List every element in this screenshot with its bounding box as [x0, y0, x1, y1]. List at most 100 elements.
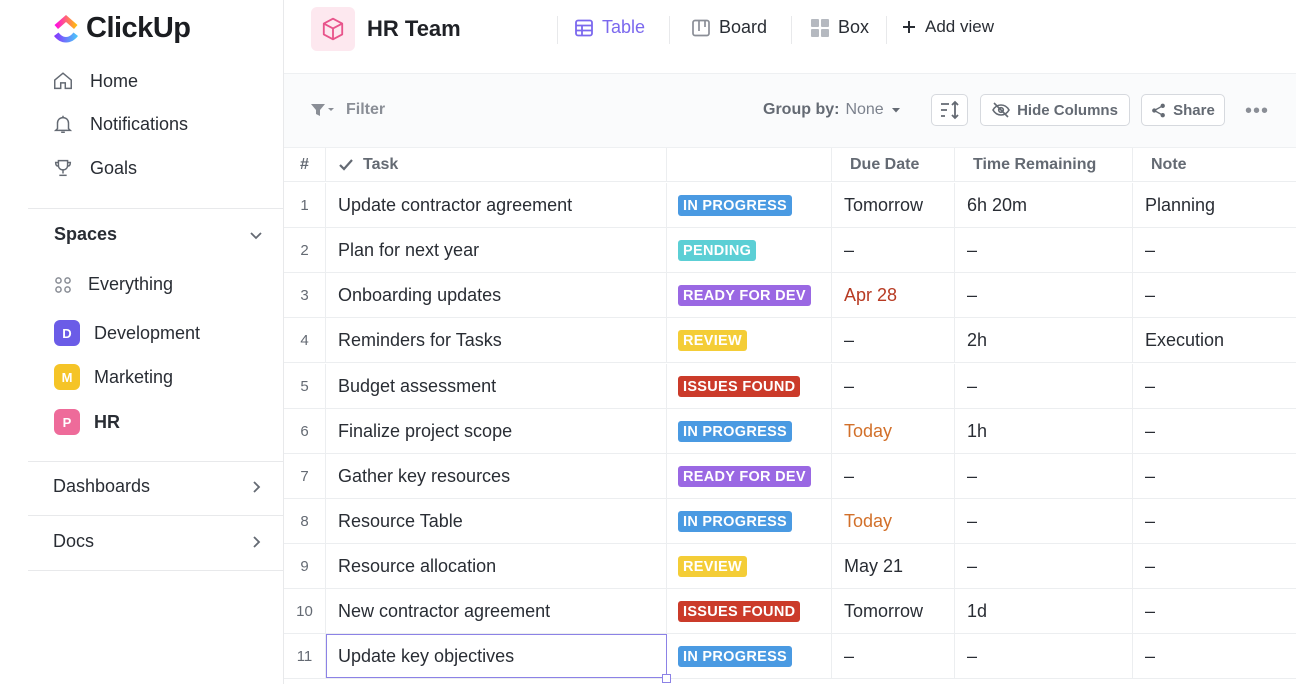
note-cell[interactable]: –	[1133, 273, 1296, 317]
filter-button[interactable]: Filter	[310, 101, 385, 119]
table-row[interactable]: 7 Gather key resources READY FOR DEV – – –	[284, 454, 1296, 499]
status-badge[interactable]: REVIEW	[678, 329, 747, 351]
status-cell[interactable]: ISSUES FOUND	[667, 364, 832, 408]
status-cell[interactable]: IN PROGRESS	[667, 634, 832, 678]
task-name-cell[interactable]: Update key objectives	[326, 634, 671, 683]
sidebar-item-docs[interactable]: Docs	[53, 531, 265, 552]
column-header-task[interactable]: Task	[326, 148, 667, 181]
due-date-cell[interactable]: Today	[832, 409, 955, 453]
note-cell[interactable]: –	[1133, 228, 1296, 272]
task-name-cell[interactable]: Onboarding updates	[326, 273, 667, 317]
due-date-cell[interactable]: Tomorrow	[832, 183, 955, 227]
group-by-dropdown[interactable]: Group by: None	[763, 101, 902, 119]
column-header-status[interactable]	[667, 148, 832, 181]
column-header-note[interactable]: Note	[1133, 148, 1296, 181]
sidebar-item-everything[interactable]: Everything	[54, 274, 173, 295]
task-name-cell[interactable]: Plan for next year	[326, 228, 667, 272]
status-cell[interactable]: ISSUES FOUND	[667, 589, 832, 633]
task-name-cell[interactable]: Reminders for Tasks	[326, 318, 667, 362]
task-name-cell[interactable]: Finalize project scope	[326, 409, 667, 453]
spaces-header[interactable]: Spaces	[54, 224, 265, 245]
time-remaining-cell[interactable]: –	[955, 228, 1133, 272]
status-badge[interactable]: IN PROGRESS	[678, 194, 793, 216]
table-row[interactable]: 10 New contractor agreement ISSUES FOUND To…	[284, 589, 1296, 634]
status-cell[interactable]: IN PROGRESS	[667, 183, 832, 227]
due-date-cell[interactable]: –	[832, 634, 955, 678]
time-remaining-cell[interactable]: –	[955, 544, 1133, 588]
note-cell[interactable]: –	[1133, 499, 1296, 543]
table-row[interactable]: 3 Onboarding updates READY FOR DEV Apr 28– –	[284, 273, 1296, 318]
note-cell[interactable]: Execution	[1133, 318, 1296, 362]
status-cell[interactable]: READY FOR DEV	[667, 454, 832, 498]
time-remaining-cell[interactable]: 1d	[955, 589, 1133, 633]
tab-table[interactable]: Table	[574, 17, 645, 38]
table-row[interactable]: 6 Finalize project scope IN PROGRESS Today 1…	[284, 409, 1296, 454]
note-cell[interactable]: –	[1133, 454, 1296, 498]
note-cell[interactable]: –	[1133, 364, 1296, 408]
chevron-down-icon[interactable]	[247, 226, 265, 244]
task-name-cell[interactable]: Resource allocation	[326, 544, 667, 588]
due-date-cell[interactable]: –	[832, 364, 955, 408]
due-date-cell[interactable]: Today	[832, 499, 955, 543]
status-badge[interactable]: IN PROGRESS	[678, 510, 793, 532]
time-remaining-cell[interactable]: –	[955, 454, 1133, 498]
status-badge[interactable]: REVIEW	[678, 555, 747, 577]
status-cell[interactable]: IN PROGRESS	[667, 409, 832, 453]
table-row[interactable]: 11 Update key objectives IN PROGRESS – – –	[284, 634, 1296, 683]
due-date-cell[interactable]: Apr 28	[832, 273, 955, 317]
time-remaining-cell[interactable]: –	[955, 634, 1133, 678]
column-header-due-date[interactable]: Due Date	[832, 148, 955, 181]
status-badge[interactable]: ISSUES FOUND	[678, 375, 801, 397]
table-row[interactable]: 1 Update contractor agreement IN PROGRESS T…	[284, 183, 1296, 228]
note-cell[interactable]: –	[1133, 409, 1296, 453]
status-badge[interactable]: PENDING	[678, 239, 757, 261]
sidebar-item-development[interactable]: D Development	[54, 320, 200, 346]
hide-columns-button[interactable]: Hide Columns	[980, 94, 1130, 126]
table-row[interactable]: 5 Budget assessment ISSUES FOUND – – –	[284, 364, 1296, 409]
time-remaining-cell[interactable]: –	[955, 273, 1133, 317]
sidebar-item-goals[interactable]: Goals	[52, 157, 137, 179]
status-badge[interactable]: IN PROGRESS	[678, 420, 793, 442]
task-name-cell[interactable]: Resource Table	[326, 499, 667, 543]
sidebar-item-notifications[interactable]: Notifications	[52, 113, 188, 135]
sidebar-item-dashboards[interactable]: Dashboards	[53, 476, 265, 497]
status-badge[interactable]: READY FOR DEV	[678, 284, 811, 306]
column-header-time-remaining[interactable]: Time Remaining	[955, 148, 1133, 181]
task-name-cell[interactable]: New contractor agreement	[326, 589, 667, 633]
sidebar-item-hr[interactable]: P HR	[54, 409, 120, 435]
due-date-cell[interactable]: –	[832, 454, 955, 498]
status-cell[interactable]: REVIEW	[667, 544, 832, 588]
time-remaining-cell[interactable]: –	[955, 364, 1133, 408]
status-badge[interactable]: IN PROGRESS	[678, 645, 793, 667]
share-button[interactable]: Share	[1141, 94, 1225, 126]
task-name-cell[interactable]: Update contractor agreement	[326, 183, 667, 227]
table-row[interactable]: 9 Resource allocation REVIEW May 21– –	[284, 544, 1296, 589]
task-name-cell[interactable]: Gather key resources	[326, 454, 667, 498]
clickup-logo[interactable]: ClickUp	[52, 12, 191, 45]
sidebar-item-home[interactable]: Home	[52, 70, 138, 92]
status-cell[interactable]: REVIEW	[667, 318, 832, 362]
table-row[interactable]: 8 Resource Table IN PROGRESS Today – –	[284, 499, 1296, 544]
due-date-cell[interactable]: Tomorrow	[832, 589, 955, 633]
table-row[interactable]: 2 Plan for next year PENDING – – –	[284, 228, 1296, 273]
due-date-cell[interactable]: –	[832, 228, 955, 272]
table-row[interactable]: 4 Reminders for Tasks REVIEW –2h Execution	[284, 318, 1296, 363]
note-cell[interactable]: –	[1133, 589, 1296, 633]
status-badge[interactable]: READY FOR DEV	[678, 465, 811, 487]
time-remaining-cell[interactable]: –	[955, 499, 1133, 543]
sidebar-item-marketing[interactable]: M Marketing	[54, 364, 173, 390]
note-cell[interactable]: Planning	[1133, 183, 1296, 227]
due-date-cell[interactable]: May 21	[832, 544, 955, 588]
status-cell[interactable]: READY FOR DEV	[667, 273, 832, 317]
status-cell[interactable]: IN PROGRESS	[667, 499, 832, 543]
more-options-icon[interactable]: •••	[1245, 100, 1269, 123]
status-cell[interactable]: PENDING	[667, 228, 832, 272]
task-name-cell[interactable]: Budget assessment	[326, 364, 667, 408]
due-date-cell[interactable]: –	[832, 318, 955, 362]
add-view-button[interactable]: Add view	[901, 17, 994, 37]
tab-board[interactable]: Board	[691, 17, 767, 38]
note-cell[interactable]: –	[1133, 634, 1296, 678]
note-cell[interactable]: –	[1133, 544, 1296, 588]
time-remaining-cell[interactable]: 2h	[955, 318, 1133, 362]
sort-button[interactable]	[931, 94, 968, 126]
